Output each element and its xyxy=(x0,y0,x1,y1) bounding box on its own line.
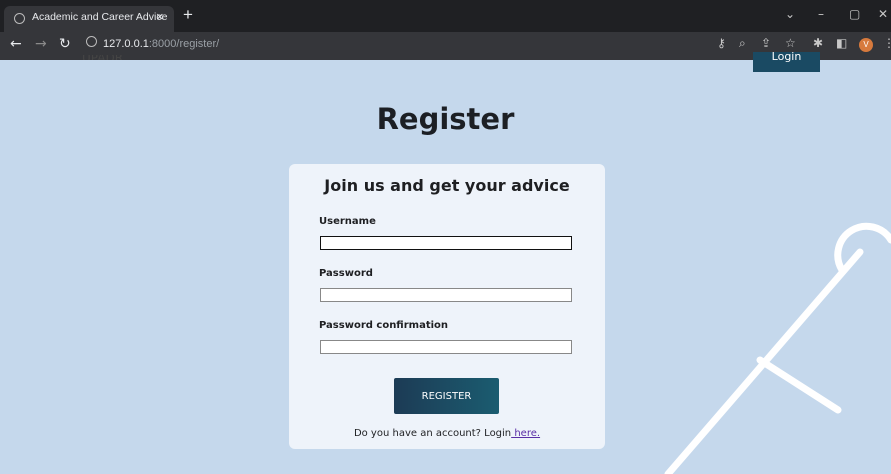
tab-search-icon[interactable]: ⌄ xyxy=(785,7,795,21)
watermark-stroke xyxy=(756,356,842,414)
close-window-icon[interactable]: ✕ xyxy=(878,7,888,21)
login-prompt: Do you have an account? Login here. xyxy=(289,428,605,439)
bookmark-star-icon[interactable]: ☆ xyxy=(785,36,796,50)
forward-icon[interactable]: → xyxy=(35,36,47,52)
login-here-link[interactable]: here. xyxy=(511,428,540,439)
new-tab-icon[interactable]: + xyxy=(183,6,193,24)
side-panel-icon[interactable]: ◧ xyxy=(836,36,847,50)
password-input[interactable] xyxy=(320,288,572,302)
register-card: Join us and get your advice Username Pas… xyxy=(289,164,605,449)
username-label: Username xyxy=(319,216,376,227)
url-text[interactable]: 127.0.0.1:8000/register/ xyxy=(103,38,219,50)
profile-avatar[interactable]: V xyxy=(859,38,873,52)
reload-icon[interactable]: ↻ xyxy=(59,36,71,52)
form-heading: Join us and get your advice xyxy=(324,176,570,195)
login-prompt-text: Do you have an account? Login xyxy=(353,428,512,439)
watermark-stroke xyxy=(834,222,891,274)
tab-title: Academic and Career Advice xyxy=(32,11,168,23)
share-icon[interactable]: ⇪ xyxy=(761,36,771,50)
minimize-icon[interactable]: – xyxy=(818,7,824,21)
password-confirmation-label: Password confirmation xyxy=(319,320,449,331)
browser-tab[interactable]: Academic and Career Advice × xyxy=(4,6,174,32)
password-label: Password xyxy=(319,268,373,279)
page-title: Register xyxy=(376,102,515,136)
globe-icon xyxy=(14,13,25,24)
register-button[interactable]: REGISTER xyxy=(394,378,499,414)
zoom-icon[interactable]: ⌕ xyxy=(739,36,746,51)
header-login-button[interactable]: Login xyxy=(753,51,820,72)
watermark-stroke xyxy=(664,248,864,474)
site-info-icon[interactable] xyxy=(86,36,97,47)
menu-icon[interactable]: ⋮ xyxy=(883,36,891,50)
password-confirmation-input[interactable] xyxy=(320,340,572,354)
site-logo[interactable]: UPADR xyxy=(82,55,123,60)
key-icon[interactable]: ⚷ xyxy=(717,36,726,50)
browser-tab-bar: Academic and Career Advice × + ⌄ – ▢ ✕ xyxy=(0,0,891,32)
extensions-icon[interactable]: ✱ xyxy=(813,36,823,50)
restore-icon[interactable]: ▢ xyxy=(849,7,860,21)
username-input[interactable] xyxy=(320,236,572,250)
back-icon[interactable]: ← xyxy=(10,36,22,52)
tab-close-icon[interactable]: × xyxy=(156,9,164,24)
